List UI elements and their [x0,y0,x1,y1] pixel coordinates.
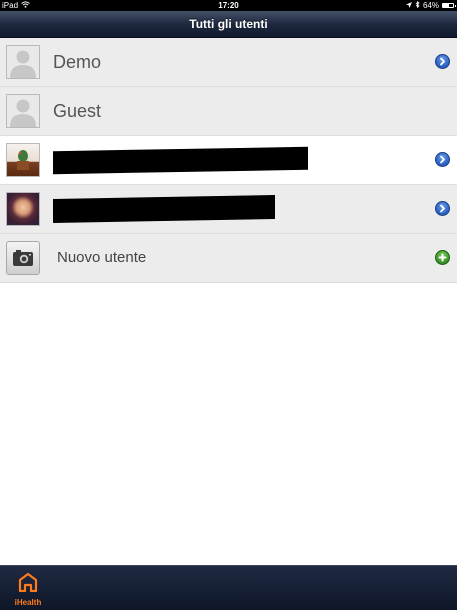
battery-icon [442,3,456,8]
disclosure-arrow-icon[interactable] [435,201,450,216]
navigation-bar: Tutti gli utenti [0,11,457,38]
location-arrow-icon [405,0,412,11]
user-name: Guest [53,101,102,121]
redacted-name [53,146,308,175]
screen: iPad 17:20 64% Tutti gli utenti Demo Gue… [0,0,457,610]
bluetooth-icon [415,0,420,11]
disclosure-arrow-icon[interactable] [435,54,450,69]
battery-fill [443,4,450,7]
user-name: Demo [53,52,102,72]
redacted-name [53,195,275,223]
home-icon [17,572,39,596]
person-placeholder-icon [6,94,40,128]
user-row-guest[interactable]: Guest [0,87,457,136]
page-title: Tutti gli utenti [189,17,268,31]
new-user-label: Nuovo utente [57,249,147,266]
add-icon[interactable] [435,250,450,265]
user-row-demo[interactable]: Demo [0,38,457,87]
user-photo-avatar [6,143,40,177]
disclosure-arrow-icon[interactable] [435,152,450,167]
person-placeholder-icon [6,45,40,79]
tab-ihealth[interactable]: iHealth [10,572,46,607]
user-list: Demo Guest Nuovo utente [0,38,457,283]
user-row-redacted-2[interactable] [0,185,457,234]
status-bar: iPad 17:20 64% [0,0,457,11]
new-user-row[interactable]: Nuovo utente [0,234,457,283]
battery-percent: 64% [422,1,439,10]
status-right: 64% [405,0,456,11]
user-photo-avatar [6,192,40,226]
camera-icon [6,241,40,275]
tab-bar: iHealth [0,565,457,610]
status-time: 17:20 [218,1,239,10]
user-row-redacted-1[interactable] [0,136,457,185]
tab-label: iHealth [14,598,42,607]
